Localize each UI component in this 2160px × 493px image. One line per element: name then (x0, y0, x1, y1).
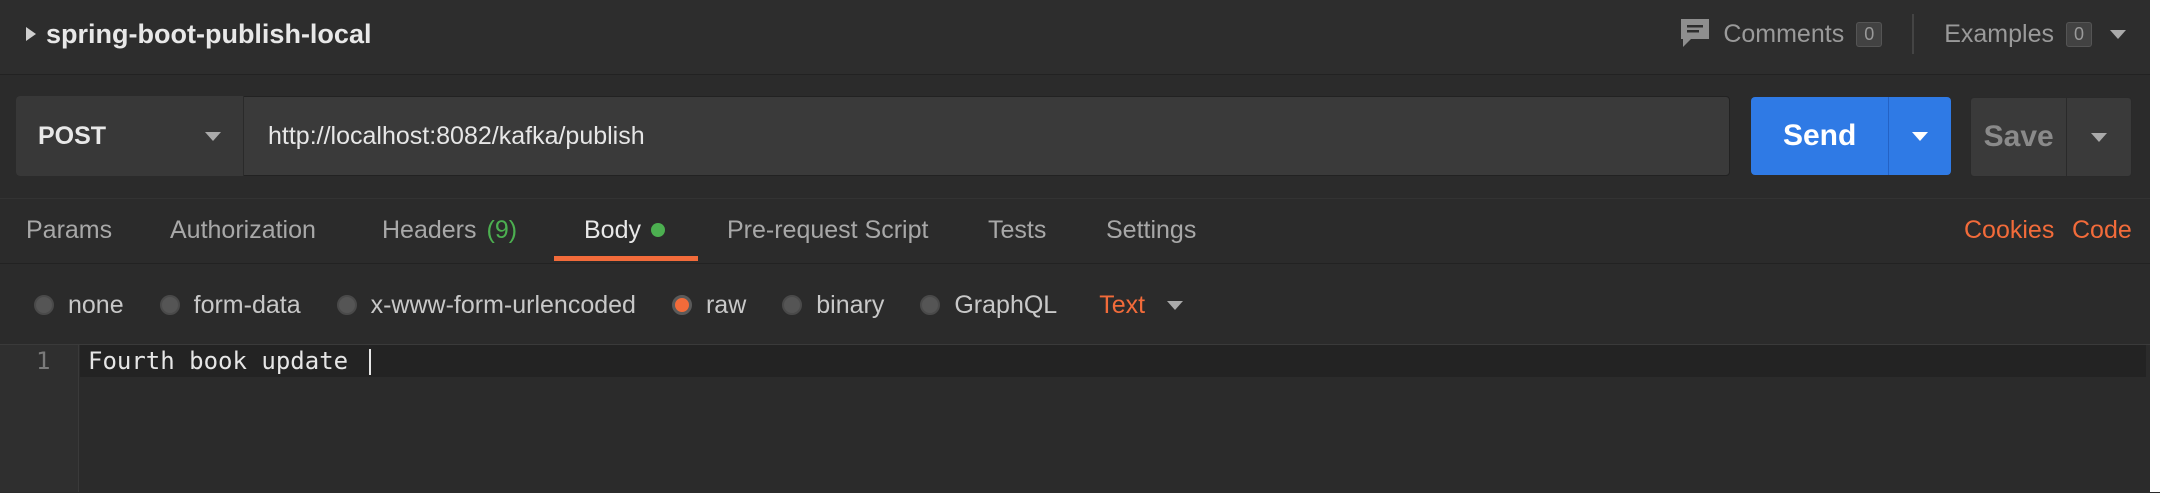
radio-label: none (68, 290, 124, 319)
save-button[interactable]: Save (1971, 98, 2068, 176)
body-type-graphql[interactable]: GraphQL (920, 291, 1057, 320)
radio-label: binary (816, 290, 885, 319)
headers-count: (9) (486, 215, 518, 244)
tab-authorization[interactable]: Authorization (170, 208, 316, 252)
radio-icon (159, 295, 180, 315)
cookies-link[interactable]: Cookies (1964, 208, 2054, 252)
method-label: POST (38, 121, 107, 150)
chevron-down-icon (205, 131, 221, 141)
send-button[interactable]: Send (1751, 97, 1890, 175)
comment-icon (1681, 19, 1710, 47)
text-cursor (368, 349, 371, 375)
tab-pre-request-script[interactable]: Pre-request Script (727, 208, 928, 252)
body-type-form-data[interactable]: form-data (159, 290, 301, 320)
raw-language-dropdown[interactable]: Text (1099, 290, 1184, 320)
editor-line[interactable]: Fourth book update (88, 347, 371, 375)
save-button-group: Save (1970, 97, 2132, 177)
tab-settings[interactable]: Settings (1106, 208, 1196, 252)
radio-icon (920, 295, 941, 315)
code-link[interactable]: Code (2072, 208, 2132, 252)
body-type-urlencoded[interactable]: x-www-form-urlencoded (336, 290, 636, 320)
examples-button[interactable]: Examples 0 (1944, 20, 2126, 49)
radio-label: form-data (193, 290, 301, 319)
request-title-text: spring-boot-publish-local (46, 18, 372, 49)
examples-count-badge: 0 (2065, 21, 2092, 47)
body-type-raw[interactable]: raw (671, 290, 747, 320)
expand-triangle-icon[interactable] (26, 27, 36, 41)
send-button-group: Send (1751, 97, 1951, 175)
url-input[interactable] (246, 96, 1726, 176)
divider (1912, 14, 1915, 54)
chevron-down-icon (2091, 132, 2108, 142)
save-options-dropdown[interactable] (2067, 98, 2131, 176)
body-type-selector: none form-data x-www-form-urlencoded raw… (34, 285, 1184, 325)
comments-label: Comments (1723, 19, 1845, 48)
chevron-down-icon (2110, 29, 2126, 39)
body-type-none[interactable]: none (34, 291, 124, 320)
radio-icon (782, 295, 803, 315)
request-title[interactable]: spring-boot-publish-local (26, 14, 371, 54)
request-tabs-bar (0, 198, 2160, 264)
tab-label: Settings (1106, 215, 1197, 244)
chevron-down-icon (1167, 300, 1184, 310)
tab-body[interactable]: Body (584, 208, 665, 252)
chevron-down-icon (1912, 131, 1929, 141)
body-modified-dot-icon (650, 223, 665, 237)
radio-label: GraphQL (954, 290, 1058, 319)
comments-button[interactable]: Comments 0 (1679, 17, 1883, 51)
radio-label: raw (705, 290, 747, 319)
comments-count-badge: 0 (1856, 21, 1883, 47)
radio-icon (336, 295, 357, 315)
radio-icon (34, 295, 54, 315)
send-options-dropdown[interactable] (1889, 97, 1951, 175)
radio-selected-icon (671, 295, 692, 315)
active-tab-indicator (554, 256, 698, 261)
tab-tests[interactable]: Tests (988, 208, 1046, 252)
editor-line-text: Fourth book update (88, 347, 363, 375)
tab-headers[interactable]: Headers (9) (382, 208, 517, 252)
tab-label: Pre-request Script (727, 215, 929, 244)
tab-label: Authorization (170, 215, 316, 244)
radio-label: x-www-form-urlencoded (370, 290, 636, 319)
active-line-highlight (80, 345, 2146, 377)
raw-language-label: Text (1099, 290, 1146, 319)
method-select[interactable]: POST (16, 96, 244, 176)
window-edge (2150, 0, 2160, 492)
tab-label: Params (26, 215, 113, 244)
body-type-binary[interactable]: binary (782, 291, 884, 320)
header-actions: Comments 0 Examples 0 (1679, 14, 2126, 54)
line-number: 1 (36, 347, 51, 375)
examples-label: Examples (1944, 19, 2054, 48)
tab-label: Body (584, 215, 641, 244)
tab-params[interactable]: Params (26, 208, 112, 252)
tab-label: Tests (988, 215, 1047, 244)
tab-label: Headers (382, 215, 477, 244)
